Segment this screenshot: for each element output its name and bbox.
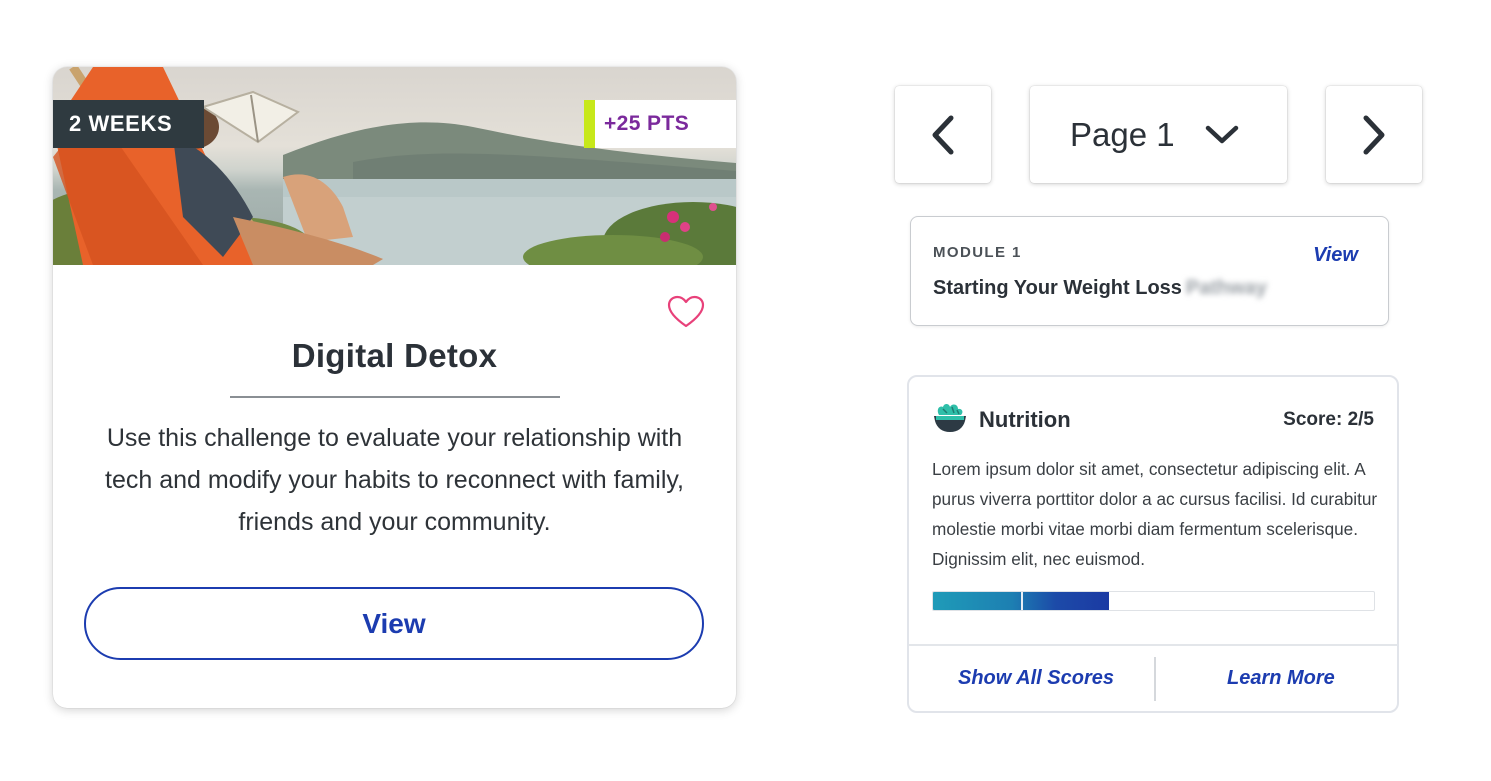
learn-more-link[interactable]: Learn More xyxy=(1227,667,1335,690)
module-title-blurred-text: Pathway xyxy=(1185,277,1268,299)
nutrition-score-card: Nutrition Score: 2/5 Lorem ipsum dolor s… xyxy=(907,375,1399,713)
nutrition-score: Score: 2/5 xyxy=(1283,409,1374,430)
page-select-label: Page 1 xyxy=(1070,115,1175,153)
next-page-button[interactable] xyxy=(1326,86,1422,183)
title-divider xyxy=(230,396,560,398)
challenge-card: 2 WEEKS +25 PTS Digital Detox Use this c… xyxy=(53,67,736,708)
card-footer-divider xyxy=(909,644,1397,646)
module-number-label: MODULE 1 xyxy=(933,244,1022,261)
beach-reading-illustration xyxy=(53,67,736,265)
page-select-dropdown[interactable]: Page 1 xyxy=(1030,86,1287,183)
chevron-right-icon xyxy=(1363,115,1385,154)
progress-segment-divider xyxy=(1021,592,1024,610)
module-title-text: Starting Your Weight Loss xyxy=(933,277,1182,299)
module-title: Starting Your Weight Loss Pathway xyxy=(933,277,1267,300)
footer-vertical-divider xyxy=(1154,657,1156,701)
challenge-title: Digital Detox xyxy=(291,337,498,374)
score-progress-bar xyxy=(932,591,1375,611)
challenge-description: Use this challenge to evaluate your rela… xyxy=(105,424,684,536)
chevron-down-icon xyxy=(1205,125,1239,143)
salad-bowl-icon xyxy=(934,404,966,432)
points-badge: +25 PTS xyxy=(584,100,736,148)
module-view-link[interactable]: View xyxy=(1313,244,1358,267)
challenge-hero-image: 2 WEEKS +25 PTS xyxy=(53,67,736,265)
nutrition-description: Lorem ipsum dolor sit amet, consectetur … xyxy=(932,459,1378,569)
previous-page-button[interactable] xyxy=(895,86,991,183)
view-challenge-button[interactable]: View xyxy=(84,587,704,660)
duration-badge: 2 WEEKS xyxy=(53,100,204,148)
chevron-left-icon xyxy=(932,115,954,154)
module-card: MODULE 1 Starting Your Weight Loss Pathwa… xyxy=(910,216,1389,326)
favorite-heart-icon[interactable] xyxy=(667,295,705,329)
show-all-scores-link[interactable]: Show All Scores xyxy=(958,667,1114,690)
nutrition-title: Nutrition xyxy=(979,407,1071,432)
